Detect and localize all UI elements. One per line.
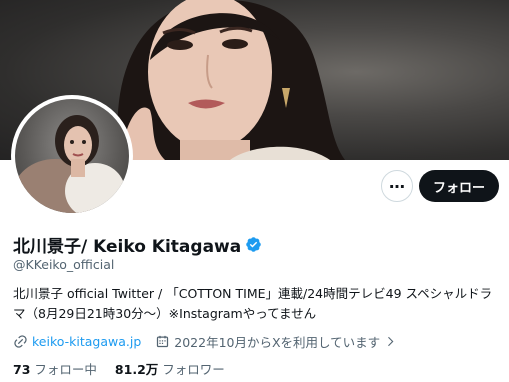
website-item[interactable]: keiko-kitagawa.jp	[13, 334, 141, 349]
profile-meta: keiko-kitagawa.jp 2022年10月からXを利用しています	[13, 332, 415, 351]
link-icon	[14, 335, 27, 348]
verified-badge-icon[interactable]	[245, 236, 262, 253]
follow-counts: 73 フォロー中 81.2万 フォロワー	[13, 359, 243, 378]
followers-label: フォロワー	[162, 362, 225, 377]
following-label: フォロー中	[34, 362, 97, 377]
joined-date: 2022年10月からXを利用しています	[174, 335, 381, 350]
website-link[interactable]: keiko-kitagawa.jp	[32, 334, 141, 349]
profile-handle: @KKeiko_official	[13, 257, 115, 272]
following-count-link[interactable]: 73 フォロー中	[13, 359, 97, 378]
profile-avatar[interactable]	[11, 95, 133, 217]
following-count: 73	[13, 362, 31, 377]
display-name: 北川景子/ Keiko Kitagawa	[13, 237, 242, 257]
calendar-icon	[157, 335, 169, 348]
followers-count: 81.2万	[114, 362, 159, 377]
chevron-right-icon	[388, 336, 394, 347]
more-icon: …	[389, 173, 405, 192]
profile-bio: 北川景子 official Twitter / 「COTTON TIME」連載/…	[13, 286, 493, 321]
profile-name-row: 北川景子/ Keiko Kitagawa	[13, 232, 262, 257]
joined-item[interactable]: 2022年10月からXを利用しています	[155, 332, 401, 351]
avatar-photo	[15, 99, 129, 213]
more-options-button[interactable]: …	[381, 170, 413, 202]
follow-button[interactable]: フォロー	[419, 170, 499, 202]
followers-count-link[interactable]: 81.2万 フォロワー	[115, 359, 225, 378]
